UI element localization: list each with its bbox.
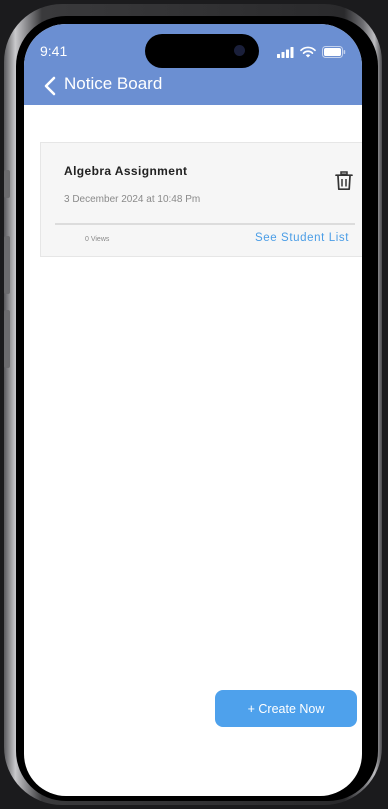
nav-bar: Notice Board: [24, 70, 362, 102]
camera-icon: [234, 45, 245, 56]
views-count: 0 Views: [85, 236, 110, 243]
page-title: Notice Board: [64, 74, 163, 93]
see-student-list-link[interactable]: See Student List: [255, 232, 349, 244]
status-time: 9:41: [40, 43, 68, 59]
app-screen: 9:41 Notice Board Algebra Assignment 3 D…: [24, 24, 362, 796]
notice-date: 3 December 2024 at 10:48 Pm: [64, 194, 201, 205]
dynamic-island: [145, 34, 259, 68]
chevron-left-icon[interactable]: [38, 73, 64, 99]
signal-icon: [277, 46, 294, 58]
battery-icon: [322, 46, 346, 58]
status-icons: [277, 46, 346, 58]
wifi-icon: [300, 46, 316, 58]
action-button: [4, 170, 10, 198]
card-divider: [55, 223, 355, 225]
notice-card[interactable]: Algebra Assignment 3 December 2024 at 10…: [40, 142, 362, 257]
trash-icon[interactable]: [335, 171, 353, 191]
volume-up-button: [4, 236, 10, 294]
volume-down-button: [4, 310, 10, 368]
app-header: 9:41 Notice Board: [24, 24, 362, 105]
create-now-button[interactable]: + Create Now: [215, 690, 357, 727]
notice-title: Algebra Assignment: [64, 164, 188, 178]
